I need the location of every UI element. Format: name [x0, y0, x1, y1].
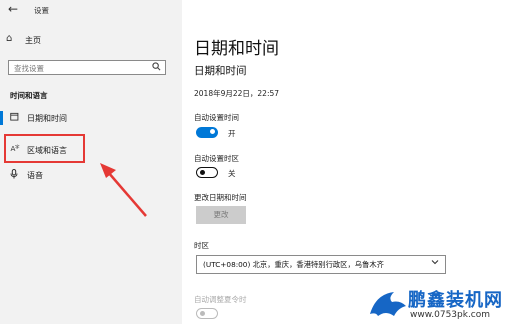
- microphone-icon: [10, 169, 18, 182]
- section-heading: 日期和时间: [194, 65, 247, 77]
- auto-time-toggle[interactable]: [196, 127, 218, 138]
- watermark-url: www.0753pk.com: [410, 310, 491, 320]
- sidebar-item-speech[interactable]: 语音: [0, 166, 180, 184]
- watermark-logo-icon: [370, 292, 406, 316]
- auto-time-state: 开: [228, 129, 236, 138]
- sidebar-item-label: 日期和时间: [27, 114, 67, 123]
- sidebar-item-home[interactable]: ⌂ 主页: [6, 31, 166, 49]
- search-input[interactable]: 查找设置: [8, 60, 166, 75]
- auto-timezone-label: 自动设置时区: [194, 154, 239, 163]
- calendar-clock-icon: [10, 112, 19, 124]
- section-title: 时间和语言: [10, 91, 48, 100]
- sidebar-item-label: 主页: [25, 36, 41, 45]
- auto-timezone-toggle[interactable]: [196, 167, 218, 178]
- current-datetime: 2018年9月22日，22:57: [194, 89, 280, 98]
- timezone-value: (UTC+08:00) 北京，重庆，香港特别行政区，乌鲁木齐: [203, 260, 384, 269]
- search-placeholder: 查找设置: [14, 64, 44, 73]
- timezone-label: 时区: [194, 241, 209, 250]
- selection-indicator: [0, 111, 3, 125]
- dst-toggle[interactable]: [196, 308, 218, 319]
- toggle-knob: [210, 129, 215, 134]
- sidebar-item-date-time[interactable]: 日期和时间: [0, 109, 180, 127]
- dst-label: 自动调整夏令时: [194, 295, 247, 304]
- page-title: 日期和时间: [194, 39, 279, 59]
- annotation-highlight-box: [4, 134, 85, 163]
- app-title: 设置: [34, 6, 49, 15]
- back-arrow-icon[interactable]: ←: [8, 2, 18, 16]
- auto-timezone-state: 关: [228, 169, 236, 178]
- change-button[interactable]: 更改: [196, 206, 246, 224]
- search-icon[interactable]: [152, 62, 161, 73]
- change-datetime-label: 更改日期和时间: [194, 193, 247, 202]
- watermark: 鹏鑫装机网 www.0753pk.com: [368, 284, 520, 324]
- toggle-knob: [200, 169, 205, 175]
- toggle-knob: [200, 310, 205, 316]
- sidebar-item-label: 语音: [27, 171, 43, 180]
- home-icon: ⌂: [6, 33, 13, 44]
- timezone-select[interactable]: (UTC+08:00) 北京，重庆，香港特别行政区，乌鲁木齐: [196, 255, 446, 274]
- watermark-brand: 鹏鑫装机网: [408, 290, 503, 311]
- auto-time-label: 自动设置时间: [194, 113, 239, 122]
- chevron-down-icon: [431, 258, 439, 268]
